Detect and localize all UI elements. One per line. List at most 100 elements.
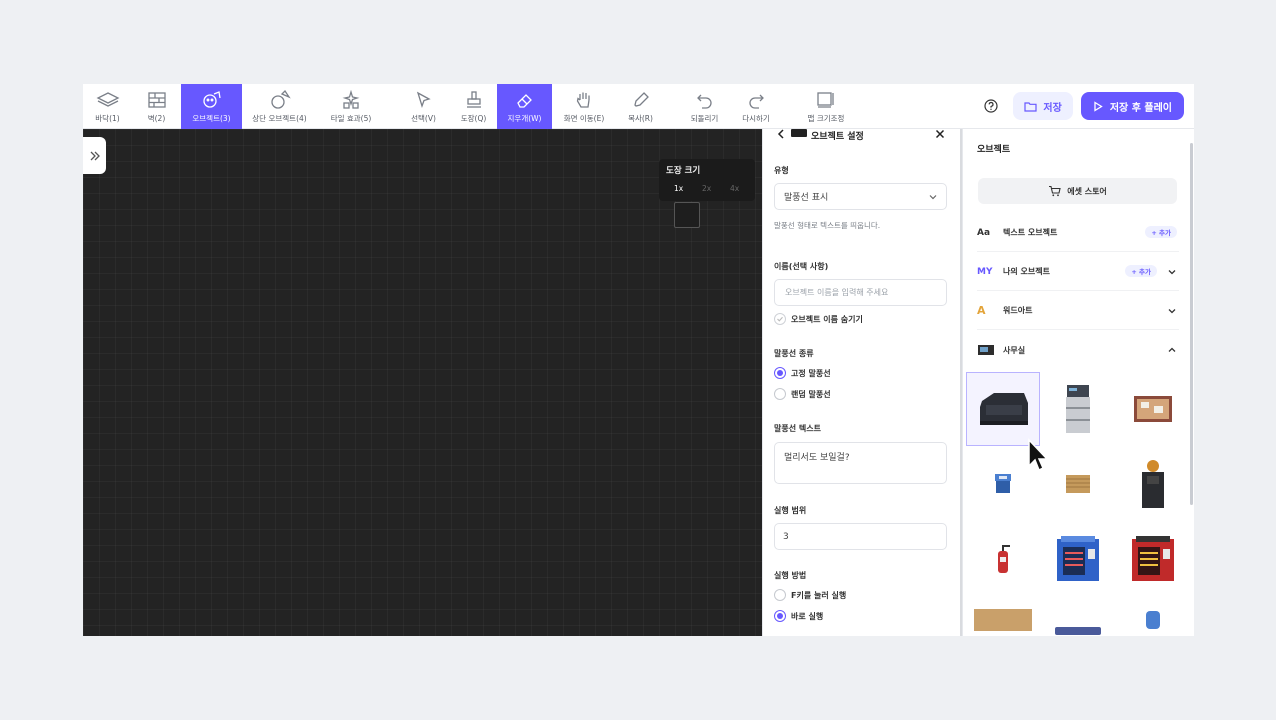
type-label: 유형 bbox=[774, 166, 789, 175]
text-object-icon: Aa bbox=[977, 227, 991, 238]
tool-label: 다시하기 bbox=[742, 114, 770, 123]
category-my-object[interactable]: MY 나의 오브젝트 + 추가 bbox=[977, 253, 1179, 291]
object-item-corkboard[interactable] bbox=[1116, 372, 1190, 446]
table-icon bbox=[974, 609, 1032, 631]
toolbar: 바닥(1) 벽(2) 오브젝트(3) 상단 오브젝트(4) 타일 효과(5) 선… bbox=[83, 84, 1194, 129]
radio-unselected bbox=[774, 388, 786, 400]
save-and-play-label: 저장 후 플레이 bbox=[1109, 102, 1172, 114]
tool-undo[interactable]: 되돌리기 bbox=[682, 84, 727, 129]
tool-copy[interactable]: 복사(R) bbox=[618, 84, 663, 129]
hide-name-toggle[interactable]: 오브젝트 이름 숨기기 bbox=[774, 313, 863, 325]
mouse-cursor-icon bbox=[1028, 438, 1049, 472]
category-label: 사무실 bbox=[1003, 345, 1026, 355]
stamp-size-2x[interactable]: 2x bbox=[702, 184, 711, 193]
tool-label: 화면 이동(E) bbox=[563, 114, 605, 123]
printer-icon bbox=[1066, 385, 1090, 433]
tool-stamp[interactable]: 도장(Q) bbox=[451, 84, 496, 129]
bubble-text-input[interactable]: 멀리서도 보일걸? bbox=[774, 442, 947, 484]
tool-eraser[interactable]: 지우개(W) bbox=[497, 84, 552, 129]
trashcan-icon bbox=[995, 474, 1011, 493]
tool-label: 맵 크기조정 bbox=[807, 114, 845, 123]
object-item-vending-machine-red[interactable] bbox=[1116, 522, 1190, 596]
tool-top-object[interactable]: 상단 오브젝트(4) bbox=[242, 84, 317, 129]
stamp-icon bbox=[462, 89, 486, 111]
stamp-size-1x[interactable]: 1x bbox=[674, 184, 683, 193]
black-sofa-icon bbox=[980, 393, 1028, 425]
object-item-mat[interactable] bbox=[1041, 597, 1115, 636]
name-placeholder: 오브젝트 이름을 입력해 주세요 bbox=[785, 288, 889, 297]
object-item-box[interactable] bbox=[1041, 447, 1115, 521]
tool-label: 지우개(W) bbox=[507, 114, 542, 123]
asset-store-label: 에셋 스토어 bbox=[1067, 186, 1107, 196]
category-wordart[interactable]: A 워드아트 bbox=[977, 292, 1179, 330]
tool-label: 바닥(1) bbox=[95, 114, 120, 123]
bubble-kind-label: 말풍선 종류 bbox=[774, 349, 814, 358]
bubble-random-option[interactable]: 랜덤 말풍선 bbox=[774, 388, 831, 400]
stamp-size-4x[interactable]: 4x bbox=[730, 184, 739, 193]
method-instant-option[interactable]: 바로 실행 bbox=[774, 610, 823, 622]
type-select[interactable]: 말풍선 표시 bbox=[774, 183, 947, 210]
save-button[interactable]: 저장 bbox=[1013, 92, 1073, 120]
add-text-object-button[interactable]: + 추가 bbox=[1145, 226, 1177, 238]
expand-sidebar-button[interactable] bbox=[83, 137, 106, 174]
tool-pan[interactable]: 화면 이동(E) bbox=[558, 84, 610, 129]
bubble-fixed-option[interactable]: 고정 말풍선 bbox=[774, 367, 831, 379]
object-item-vending-machine-blue[interactable] bbox=[1041, 522, 1115, 596]
chevrons-right-icon bbox=[90, 151, 100, 160]
save-and-play-button[interactable]: 저장 후 플레이 bbox=[1080, 92, 1184, 120]
vending-machine-icon bbox=[1057, 536, 1099, 581]
category-office[interactable]: 사무실 bbox=[977, 331, 1179, 369]
method-f-label: F키를 눌러 실행 bbox=[791, 590, 847, 600]
eraser-icon bbox=[513, 89, 537, 111]
my-object-icon: MY bbox=[977, 266, 993, 277]
tool-object[interactable]: 오브젝트(3) bbox=[181, 84, 242, 129]
floor-icon bbox=[96, 89, 120, 111]
settings-header: 오브젝트 설정 bbox=[763, 129, 962, 149]
tool-redo[interactable]: 다시하기 bbox=[732, 84, 780, 129]
top-object-icon bbox=[268, 89, 292, 111]
help-button[interactable] bbox=[977, 92, 1005, 120]
name-input[interactable]: 오브젝트 이름을 입력해 주세요 bbox=[774, 279, 947, 306]
check-icon bbox=[774, 313, 786, 325]
category-label: 나의 오브젝트 bbox=[1003, 267, 1050, 276]
box-icon bbox=[1066, 475, 1090, 493]
stamp-size-panel: 도장 크기 1x 2x 4x bbox=[659, 159, 755, 201]
tool-tile-effect[interactable]: 타일 효과(5) bbox=[317, 84, 385, 129]
objects-scrollbar[interactable] bbox=[1190, 143, 1193, 505]
chevron-up-icon bbox=[1168, 347, 1176, 352]
category-label: 텍스트 오브젝트 bbox=[1003, 228, 1058, 237]
range-label: 실행 범위 bbox=[774, 506, 807, 515]
tool-wall[interactable]: 벽(2) bbox=[132, 84, 181, 129]
object-item-table[interactable] bbox=[966, 597, 1040, 636]
tool-label: 타일 효과(5) bbox=[330, 114, 372, 123]
tool-floor[interactable]: 바닥(1) bbox=[83, 84, 132, 129]
tool-resize[interactable]: 맵 크기조정 bbox=[799, 84, 853, 129]
add-my-object-button[interactable]: + 추가 bbox=[1125, 265, 1157, 277]
hide-name-label: 오브젝트 이름 숨기기 bbox=[791, 314, 863, 324]
object-thumb-icon bbox=[791, 129, 807, 137]
object-item-sofa[interactable] bbox=[966, 372, 1040, 446]
tool-label: 되돌리기 bbox=[690, 114, 719, 123]
asset-store-button[interactable]: 에셋 스토어 bbox=[978, 178, 1177, 204]
tool-select[interactable]: 선택(V) bbox=[401, 84, 446, 129]
object-item-water-cooler[interactable] bbox=[1116, 447, 1190, 521]
object-item-water-jug[interactable] bbox=[1116, 597, 1190, 636]
objects-title: 오브젝트 bbox=[977, 145, 1011, 155]
close-icon[interactable] bbox=[935, 129, 945, 139]
range-input[interactable]: 3 bbox=[774, 523, 947, 550]
tool-label: 도장(Q) bbox=[460, 114, 487, 123]
object-settings-panel: 오브젝트 설정 유형 말풍선 표시 말풍선 형태로 텍스트를 띄웁니다. 이름(… bbox=[762, 129, 962, 636]
sparkle-icon bbox=[339, 89, 363, 111]
category-text-object[interactable]: Aa 텍스트 오브젝트 + 추가 bbox=[977, 214, 1179, 252]
method-f-option[interactable]: F키를 눌러 실행 bbox=[774, 589, 846, 601]
chevron-down-icon bbox=[1168, 309, 1176, 314]
back-icon[interactable] bbox=[776, 129, 786, 139]
object-item-fire-extinguisher[interactable] bbox=[966, 522, 1040, 596]
radio-selected bbox=[774, 610, 786, 622]
tool-label: 상단 오브젝트(4) bbox=[252, 114, 307, 123]
object-item-printer[interactable] bbox=[1041, 372, 1115, 446]
bubble-text-label: 말풍선 텍스트 bbox=[774, 424, 821, 433]
map-canvas[interactable]: 도장 크기 1x 2x 4x bbox=[83, 129, 762, 636]
office-icon bbox=[977, 343, 997, 357]
stamp-size-title: 도장 크기 bbox=[666, 166, 701, 176]
